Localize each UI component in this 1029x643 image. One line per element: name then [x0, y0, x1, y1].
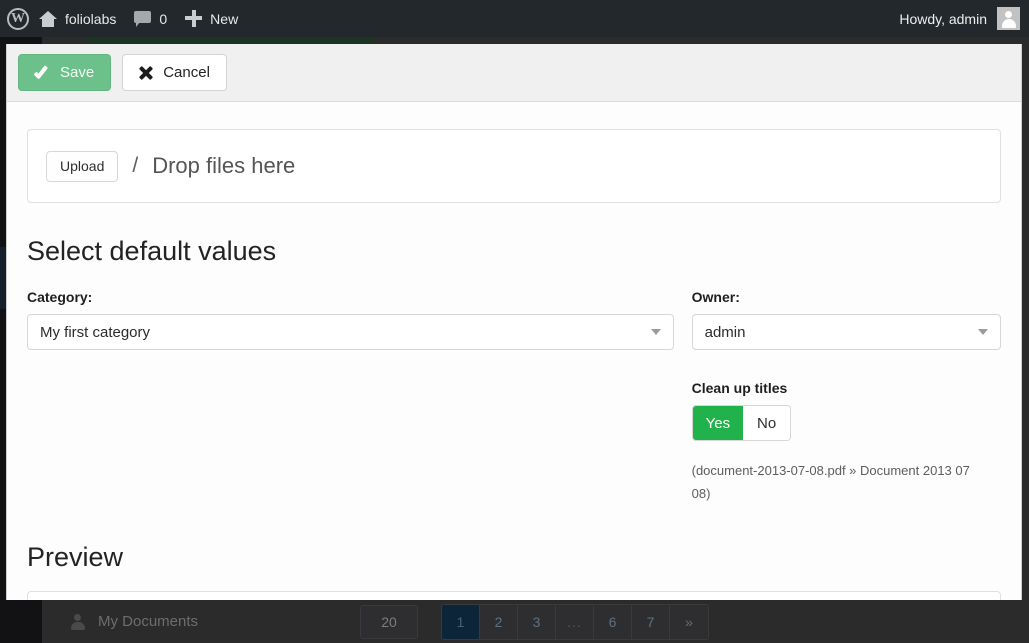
cleanup-yes-button[interactable]: Yes — [692, 406, 744, 440]
category-select-value: My first category — [40, 323, 151, 341]
dropzone-hint-text: Drop files here — [152, 153, 296, 178]
cancel-button[interactable]: Cancel — [122, 54, 227, 91]
comment-bubble-icon — [134, 10, 152, 27]
page-button-2[interactable]: 2 — [480, 604, 518, 639]
page-button-7[interactable]: 7 — [632, 604, 670, 639]
backdrop-accent-bar — [85, 38, 375, 43]
user-icon — [70, 613, 85, 630]
site-name-label: foliolabs — [65, 10, 117, 27]
page-button-3[interactable]: 3 — [518, 604, 556, 639]
cancel-button-label: Cancel — [163, 64, 210, 81]
chevron-down-icon — [650, 329, 661, 335]
page-button-1[interactable]: 1 — [442, 604, 480, 639]
category-label: Category: — [27, 289, 93, 305]
page-button-6[interactable]: 6 — [594, 604, 632, 639]
modal-body: Upload / Drop files here Select default … — [7, 129, 1021, 600]
defaults-heading: Select default values — [27, 236, 277, 266]
checkmark-icon — [35, 67, 50, 79]
owner-label: Owner: — [691, 289, 740, 305]
user-avatar-icon — [997, 7, 1020, 30]
new-label: New — [210, 10, 239, 27]
cleanup-no-button[interactable]: No — [743, 406, 791, 440]
my-documents-label: My Documents — [98, 613, 199, 630]
account-menu[interactable]: Howdy, admin — [899, 7, 1029, 30]
page-next-button[interactable]: » — [670, 604, 708, 639]
form-column-left: Category: My first category — [27, 289, 674, 506]
wordpress-logo-icon[interactable] — [7, 7, 29, 30]
plus-icon — [185, 10, 203, 27]
category-select[interactable]: My first category — [27, 314, 674, 350]
page-ellipsis: ... — [556, 604, 594, 639]
upload-modal: Save Cancel Upload / Drop files here Sel… — [6, 44, 1022, 600]
cleanup-hint-text: (document-2013-07-08.pdf » Document 2013… — [691, 463, 970, 501]
file-dropzone[interactable]: Upload / Drop files here — [27, 129, 1001, 203]
modal-toolbar: Save Cancel — [7, 44, 1021, 102]
site-name-item[interactable]: foliolabs — [29, 0, 125, 37]
cleanup-titles-toggle: Yes No — [691, 405, 792, 441]
close-x-icon — [139, 66, 153, 80]
new-content-item[interactable]: New — [176, 0, 247, 37]
pagination-pages: 1 2 3 ... 6 7 » — [441, 603, 709, 640]
howdy-label: Howdy, admin — [899, 10, 987, 27]
defaults-form: Category: My first category Owner: admin… — [27, 289, 1001, 506]
save-button[interactable]: Save — [18, 54, 112, 91]
pagination-bar: 20 1 2 3 ... 6 7 » — [360, 600, 709, 643]
form-column-right: Owner: admin Clean up titles Yes No (doc… — [691, 289, 1001, 506]
home-icon — [38, 10, 57, 27]
owner-select[interactable]: admin — [691, 314, 1001, 350]
save-button-label: Save — [60, 64, 95, 81]
page-size-selector[interactable]: 20 — [360, 604, 418, 639]
background-my-documents-row[interactable]: My Documents — [42, 600, 360, 643]
owner-select-value: admin — [704, 323, 746, 341]
admin-bar-left: foliolabs 0 New — [0, 0, 247, 37]
preview-box: Upload some files first — [27, 590, 1001, 600]
upload-button[interactable]: Upload — [46, 150, 119, 182]
chevron-down-icon — [978, 329, 988, 335]
dropzone-separator: / — [132, 154, 139, 177]
cleanup-titles-label: Clean up titles — [691, 380, 788, 396]
comments-count: 0 — [159, 10, 168, 27]
comments-item[interactable]: 0 — [125, 0, 176, 37]
preview-heading: Preview — [27, 541, 124, 572]
wp-admin-bar: foliolabs 0 New Howdy, admin — [0, 0, 1029, 37]
